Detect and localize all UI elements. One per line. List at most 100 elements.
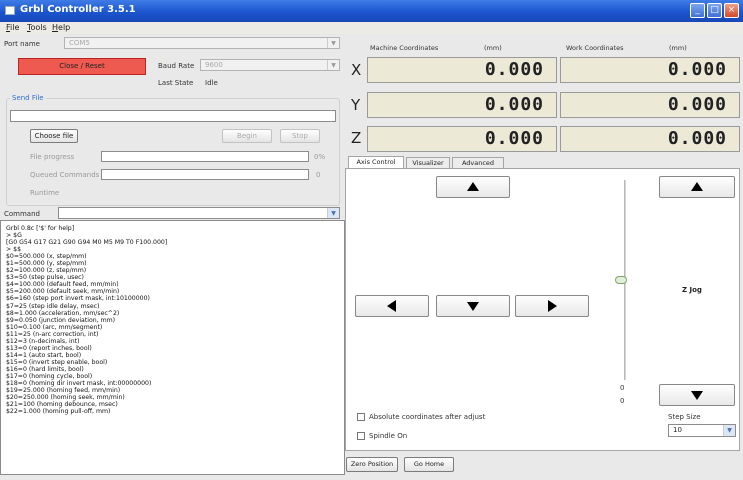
console-output[interactable]: Grbl 0.8c ['$' for help] > $G [G0 G54 G17 … — [0, 220, 345, 475]
menu-help[interactable]: Help — [52, 23, 70, 32]
work-coordinates-label: Work Coordinates — [566, 44, 624, 52]
go-home-button[interactable]: Go Home — [404, 457, 454, 472]
file-path-input[interactable] — [10, 110, 336, 122]
jog-z-plus-button[interactable] — [659, 176, 735, 198]
arrow-up-icon — [467, 182, 479, 191]
port-value: COM5 — [69, 39, 90, 47]
jog-z-minus-button[interactable] — [659, 384, 735, 406]
console-line: > $G — [6, 232, 22, 240]
console-line: $10=0.100 (arc, mm/segment) — [6, 323, 103, 331]
console-line: $6=160 (step port invert mask, int:10100… — [6, 295, 150, 303]
queued-commands-value: 0 — [316, 171, 321, 179]
menu-bar: File Tools Help — [0, 22, 743, 34]
console-line: [G0 G54 G17 G21 G90 G94 M0 M5 M9 T0 F100… — [6, 239, 168, 247]
axis-x-label: X — [351, 61, 362, 79]
z-slider-value: 0 — [620, 397, 625, 405]
console-line: $17=0 (homing cycle, bool) — [6, 372, 93, 380]
choose-file-button[interactable]: Choose file — [30, 129, 78, 143]
close-reset-button[interactable]: Close / Reset — [18, 58, 146, 75]
console-line: $19=25.000 (homing feed, mm/min) — [6, 387, 121, 395]
last-state-label: Last State — [158, 79, 194, 87]
zero-position-button[interactable]: Zero Position — [346, 457, 398, 472]
console-line: $14=1 (auto start, bool) — [6, 351, 82, 359]
arrow-up-icon — [691, 182, 703, 191]
console-line: $15=0 (invert step enable, bool) — [6, 358, 108, 366]
machine-z-readout: 0.000 — [367, 126, 557, 152]
command-input[interactable]: ▼ — [58, 207, 340, 219]
work-y-readout: 0.000 — [560, 92, 740, 118]
file-progress-value: 0% — [314, 153, 326, 161]
baud-label: Baud Rate — [158, 62, 195, 70]
axis-z-label: Z — [351, 129, 362, 147]
jog-x-plus-button[interactable] — [515, 295, 589, 317]
console-line: $4=100.000 (default feed, mm/min) — [6, 281, 119, 289]
chevron-down-icon[interactable]: ▼ — [327, 208, 339, 218]
menu-file[interactable]: File — [6, 23, 19, 32]
begin-button[interactable]: Begin — [222, 129, 272, 143]
title-bar: Grbl Controller 3.5.1 _ □ × — [0, 0, 743, 22]
machine-y-readout: 0.000 — [367, 92, 557, 118]
baud-value: 9600 — [205, 61, 223, 69]
console-line: $0=500.000 (x, step/mm) — [6, 253, 87, 261]
minimize-icon: _ — [695, 5, 700, 15]
command-label: Command — [4, 210, 40, 218]
step-size-value: 10 — [673, 426, 682, 434]
arrow-down-icon — [691, 391, 703, 400]
machine-coordinates-label: Machine Coordinates — [370, 44, 439, 52]
axis-y-label: Y — [351, 96, 361, 114]
last-state-value: Idle — [205, 79, 218, 87]
minimize-button[interactable]: _ — [690, 3, 705, 18]
z-slider-handle[interactable] — [615, 276, 627, 284]
queued-commands-label: Queued Commands — [30, 171, 100, 179]
console-line: $22=1.000 (homing pull-off, mm) — [6, 408, 111, 416]
jog-y-minus-button[interactable] — [436, 295, 510, 317]
send-file-title: Send File — [10, 94, 46, 102]
work-unit-label: (mm) — [669, 44, 687, 52]
work-x-readout: 0.000 — [560, 57, 740, 83]
chevron-down-icon: ▼ — [723, 425, 735, 436]
chevron-down-icon: ▼ — [327, 38, 339, 48]
z-jog-label: Z Jog — [682, 286, 702, 294]
maximize-button[interactable]: □ — [707, 3, 722, 18]
file-progress-bar — [101, 151, 309, 162]
console-line: $5=200.000 (default seek, mm/min) — [6, 288, 120, 296]
console-line: $16=0 (hard limits, bool) — [6, 365, 84, 373]
arrow-left-icon — [387, 300, 396, 312]
console-line: $11=25 (n-arc correction, int) — [6, 330, 99, 338]
close-icon: × — [727, 5, 736, 15]
arrow-right-icon — [548, 300, 557, 312]
stop-button[interactable]: Stop — [280, 129, 320, 143]
console-line: $12=3 (n-decimals, int) — [6, 337, 80, 345]
jog-x-minus-button[interactable] — [355, 295, 429, 317]
port-label: Port name — [4, 40, 40, 48]
runtime-label: Runtime — [30, 189, 60, 197]
chevron-down-icon: ▼ — [327, 60, 339, 70]
spindle-on-label: Spindle On — [369, 432, 408, 440]
console-line: Grbl 0.8c ['$' for help] — [6, 225, 75, 232]
console-line: $20=250.000 (homing seek, mm/min) — [6, 394, 125, 402]
machine-x-readout: 0.000 — [367, 57, 557, 83]
file-progress-label: File progress — [30, 153, 75, 161]
console-line: $18=0 (homing dir invert mask, int:00000… — [6, 380, 152, 388]
port-select[interactable]: COM5 ▼ — [64, 37, 340, 49]
menu-tools[interactable]: Tools — [27, 23, 47, 32]
maximize-icon: □ — [710, 5, 719, 15]
absolute-coordinates-checkbox[interactable] — [357, 413, 365, 421]
step-size-select[interactable]: 10 ▼ — [668, 424, 736, 437]
console-line: $21=100 (homing debounce, msec) — [6, 401, 118, 409]
app-icon — [5, 6, 15, 15]
console-line: $2=100.000 (z, step/mm) — [6, 267, 87, 275]
work-z-readout: 0.000 — [560, 126, 740, 152]
spindle-on-checkbox[interactable] — [357, 432, 365, 440]
console-line: $1=500.000 (y, step/mm) — [6, 260, 87, 268]
console-line: $3=50 (step pulse, usec) — [6, 274, 84, 282]
jog-y-plus-button[interactable] — [436, 176, 510, 198]
absolute-coordinates-label: Absolute coordinates after adjust — [369, 413, 486, 421]
step-size-label: Step Size — [668, 413, 701, 421]
z-slider-min: 0 — [620, 384, 625, 392]
console-line: $8=1.000 (acceleration, mm/sec^2) — [6, 309, 120, 317]
close-button[interactable]: × — [724, 3, 739, 18]
arrow-down-icon — [467, 302, 479, 311]
baud-select[interactable]: 9600 ▼ — [200, 59, 340, 71]
console-line: > $$ — [6, 246, 22, 254]
